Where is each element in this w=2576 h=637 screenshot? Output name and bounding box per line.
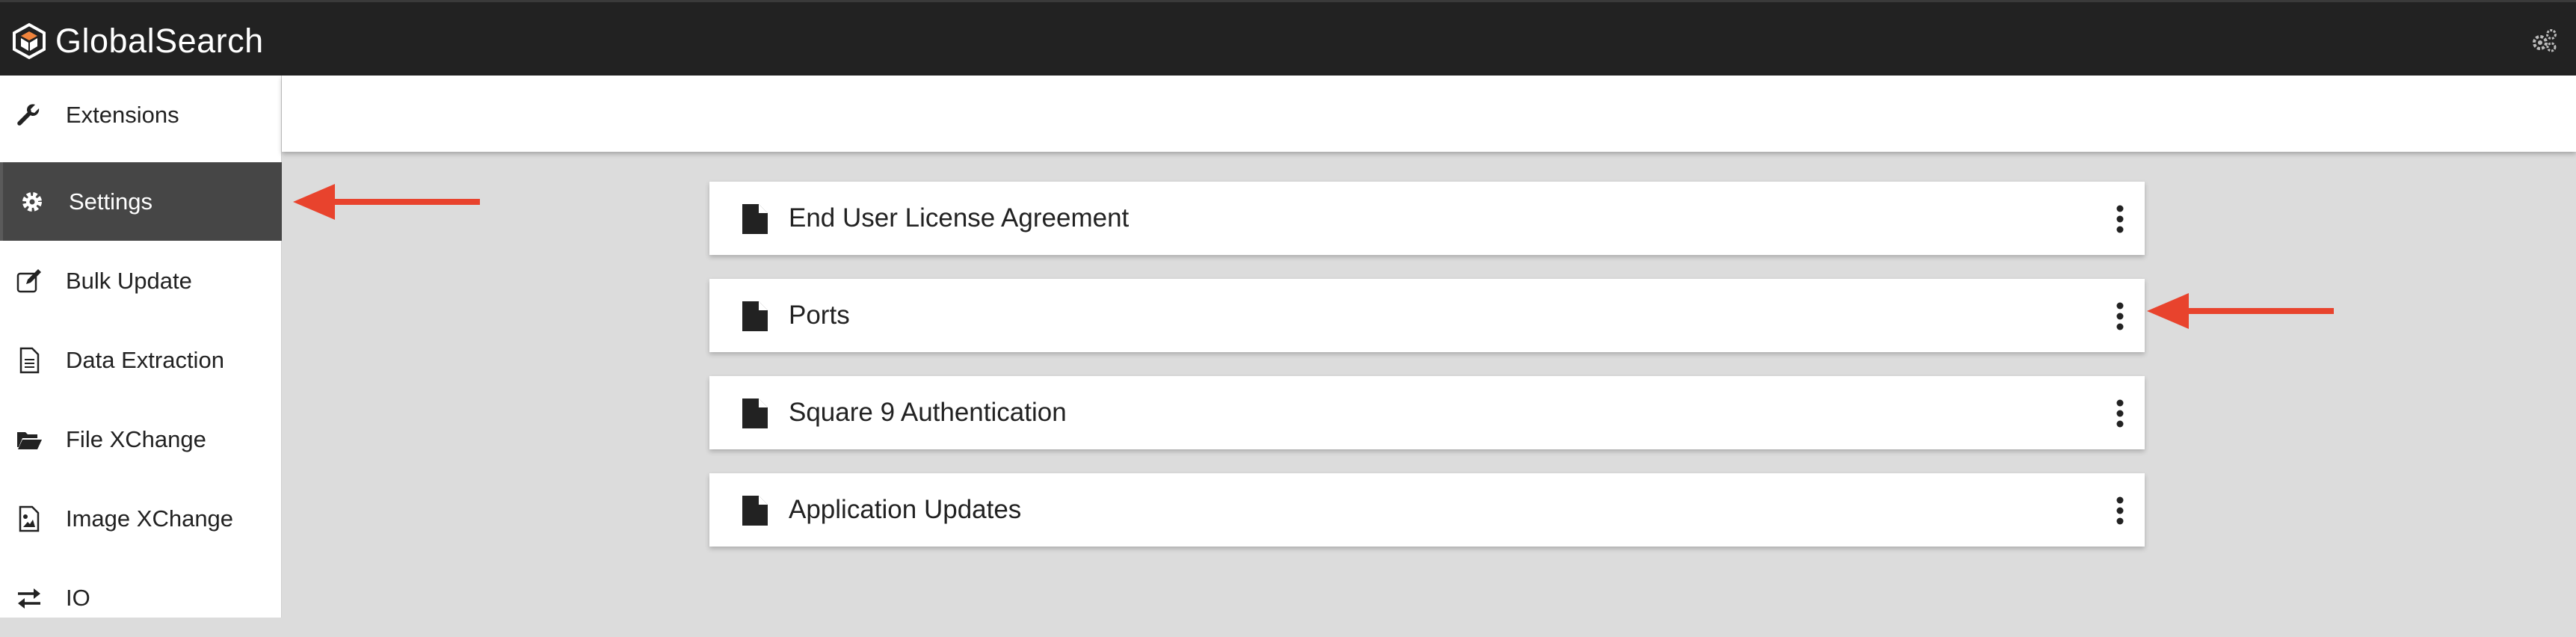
card-title: End User License Agreement	[789, 203, 1130, 233]
top-bar: GlobalSearch	[0, 0, 2576, 76]
sidebar-item-label: Extensions	[66, 101, 179, 128]
sidebar-item-settings[interactable]: Settings	[0, 162, 282, 241]
settings-card-eula[interactable]: End User License Agreement	[709, 182, 2145, 255]
file-icon	[742, 496, 768, 526]
exchange-arrows-icon	[15, 584, 43, 612]
content-header-bar	[282, 76, 2576, 152]
sidebar-item-data-extraction[interactable]: Data Extraction	[0, 321, 282, 399]
settings-card-ports[interactable]: Ports	[709, 279, 2145, 352]
sidebar-item-label: Settings	[69, 188, 153, 215]
folder-open-icon	[15, 425, 43, 454]
settings-card-square9-auth[interactable]: Square 9 Authentication	[709, 376, 2145, 449]
kebab-menu-icon[interactable]	[2115, 301, 2125, 331]
annotation-arrow-settings	[293, 184, 480, 220]
sidebar-item-bulk-update[interactable]: Bulk Update	[0, 241, 282, 320]
document-text-icon	[15, 346, 43, 375]
sidebar-item-label: File XChange	[66, 425, 206, 452]
wrench-icon	[15, 101, 43, 129]
file-icon	[742, 398, 768, 428]
card-title: Ports	[789, 301, 850, 330]
card-title: Application Updates	[789, 495, 1022, 524]
brand-name: GlobalSearch	[55, 22, 264, 60]
annotation-arrow-ports	[2147, 293, 2334, 329]
sidebar-item-label: Image XChange	[66, 505, 234, 532]
file-icon	[742, 204, 768, 234]
gears-icon[interactable]	[2531, 28, 2558, 53]
kebab-menu-icon[interactable]	[2115, 204, 2125, 234]
settings-card-application-updates[interactable]: Application Updates	[709, 473, 2145, 547]
sidebar-item-extensions[interactable]: Extensions	[0, 76, 282, 154]
sidebar-item-image-xchange[interactable]: Image XChange	[0, 479, 282, 558]
file-icon	[742, 301, 768, 331]
image-file-icon	[15, 505, 43, 533]
sidebar-item-label: Data Extraction	[66, 346, 224, 373]
sidebar-item-io[interactable]: IO	[0, 558, 282, 637]
logo-icon	[13, 22, 46, 60]
sidebar-item-label: IO	[66, 584, 90, 611]
gear-icon	[18, 188, 46, 216]
sidebar: Extensions Settings Bulk Update Data Ext…	[0, 76, 282, 618]
sidebar-item-file-xchange[interactable]: File XChange	[0, 400, 282, 478]
kebab-menu-icon[interactable]	[2115, 398, 2125, 428]
sidebar-item-label: Bulk Update	[66, 267, 192, 294]
edit-icon	[15, 267, 43, 295]
card-title: Square 9 Authentication	[789, 398, 1067, 427]
kebab-menu-icon[interactable]	[2115, 496, 2125, 526]
app-logo[interactable]: GlobalSearch	[10, 19, 264, 64]
